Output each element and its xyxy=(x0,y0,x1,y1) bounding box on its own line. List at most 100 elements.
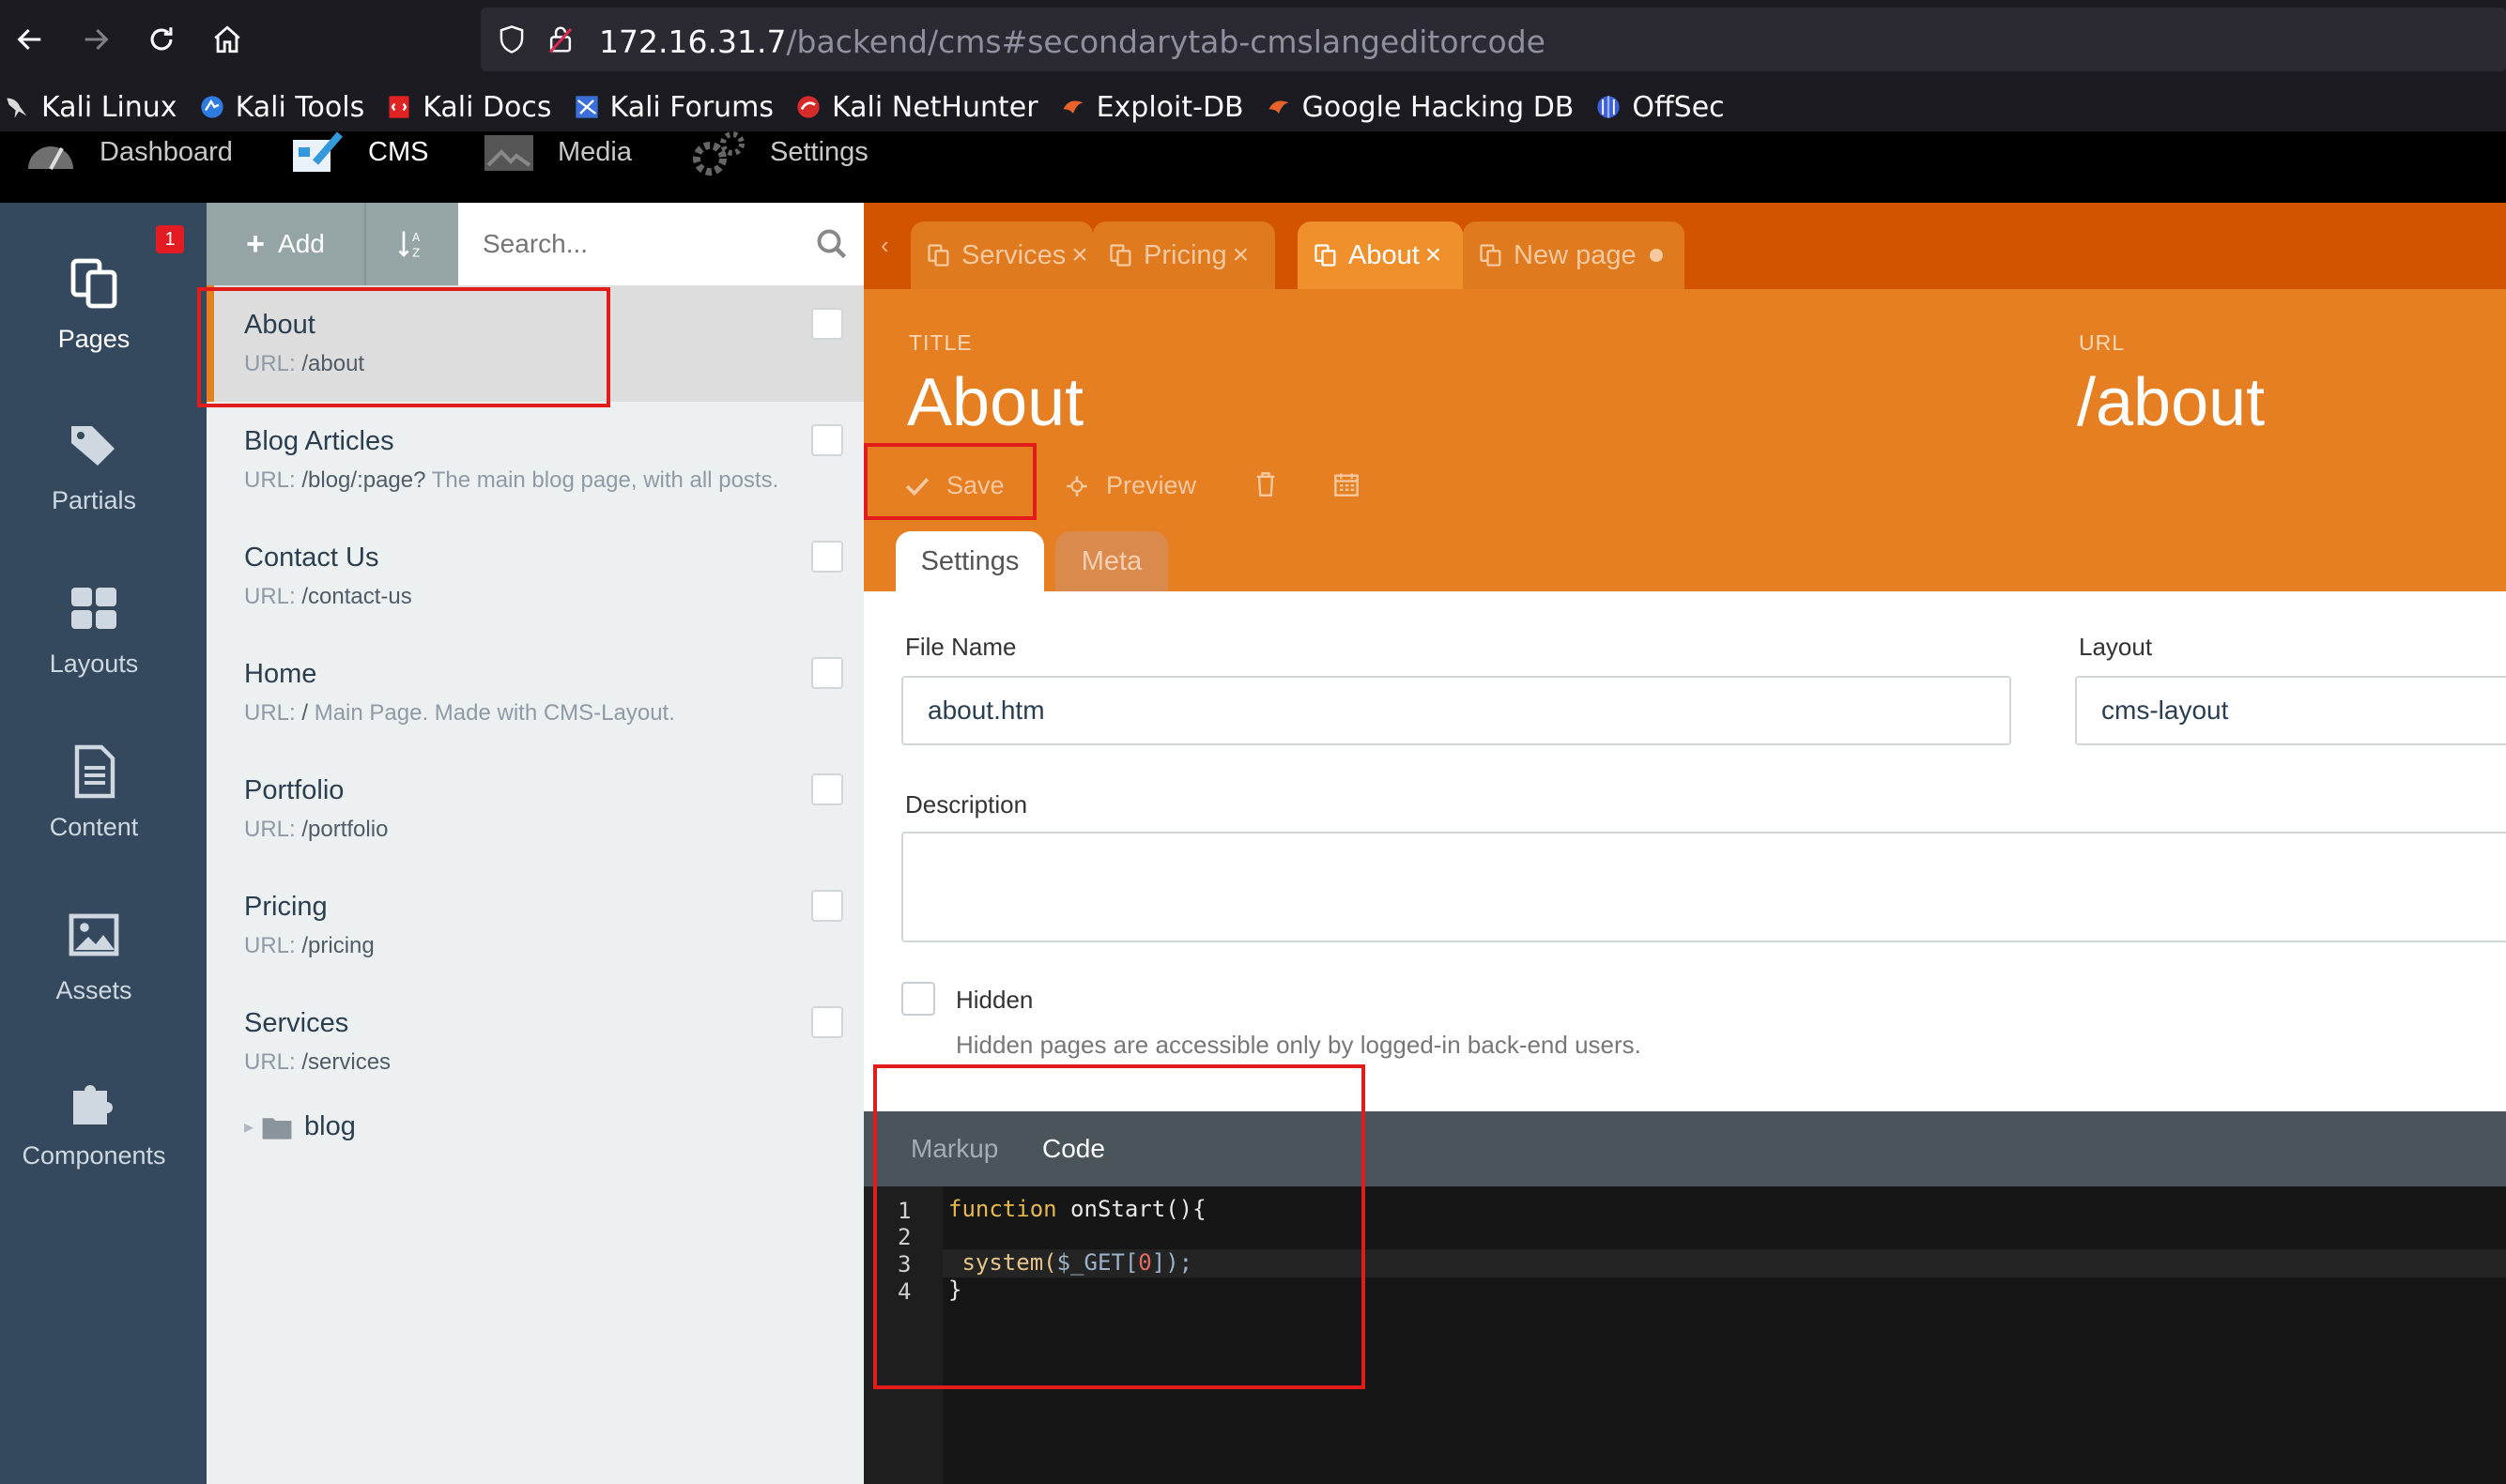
page-tab-icon xyxy=(1478,242,1504,268)
ghdb-icon xyxy=(1265,93,1293,121)
hidden-checkbox[interactable] xyxy=(901,982,935,1016)
description-label: Description xyxy=(905,790,1028,818)
tab-pricing[interactable]: Pricing × xyxy=(1093,222,1275,289)
arrow-right-icon xyxy=(85,28,109,51)
home-button[interactable] xyxy=(201,13,254,66)
url-label: URL xyxy=(2079,330,2126,355)
offsec-icon xyxy=(1594,93,1622,121)
cms-sidebar: 1 Pages Partials Layouts Content Assets … xyxy=(0,203,207,1484)
page-url: URL: /services xyxy=(244,1049,392,1075)
menu-cms[interactable]: CMS xyxy=(289,131,428,176)
media-image-icon xyxy=(483,131,535,173)
page-checkbox[interactable] xyxy=(811,657,843,689)
insecure-lock-icon xyxy=(548,26,573,54)
document-icon xyxy=(74,744,115,799)
hidden-label: Hidden xyxy=(956,986,1034,1014)
sidebar-item-layouts[interactable]: Layouts xyxy=(0,580,188,679)
tab-settings[interactable]: Settings xyxy=(896,531,1044,591)
folder-row-blog[interactable]: ▸ blog xyxy=(244,1111,356,1142)
list-toolbar: + Add AZ xyxy=(207,203,864,285)
svg-text:Z: Z xyxy=(412,247,420,260)
bookmark-offsec[interactable]: OffSec xyxy=(1594,91,1725,124)
bookmark-google-hacking-db[interactable]: Google Hacking DB xyxy=(1265,91,1574,124)
shield-icon xyxy=(500,25,524,54)
sidebar-item-components[interactable]: Components xyxy=(0,1072,188,1170)
search-icon xyxy=(817,229,847,259)
page-checkbox[interactable] xyxy=(811,424,843,456)
page-url: URL: /blog/:page? The main blog page, wi… xyxy=(244,467,779,493)
bookmark-kali-nethunter[interactable]: Kali NetHunter xyxy=(794,91,1038,124)
page-url: URL: /portfolio xyxy=(244,817,389,842)
page-checkbox[interactable] xyxy=(811,773,843,805)
tab-services[interactable]: Services × xyxy=(911,222,1093,289)
sidebar-item-assets[interactable]: Assets xyxy=(0,907,188,1005)
menu-media[interactable]: Media xyxy=(483,131,632,176)
url-path: /backend/cms#secondarytab-cmslangeditorc… xyxy=(786,23,1545,60)
page-checkbox[interactable] xyxy=(811,890,843,922)
close-icon[interactable]: × xyxy=(1233,239,1250,271)
page-row-portfolio[interactable]: Portfolio URL: /portfolio xyxy=(207,751,864,867)
menu-dashboard[interactable]: Dashboard xyxy=(24,131,233,176)
add-page-button[interactable]: + Add xyxy=(207,203,364,285)
hidden-help-text: Hidden pages are accessible only by logg… xyxy=(956,1031,1641,1059)
bookmark-kali-linux[interactable]: Kali Linux xyxy=(4,91,177,124)
page-title: Services xyxy=(244,1008,349,1038)
gears-icon xyxy=(691,131,747,176)
page-tab-icon xyxy=(1108,242,1134,268)
page-header-form: TITLE About URL /about Save Preview Sett… xyxy=(864,289,2506,591)
tab-meta[interactable]: Meta xyxy=(1055,531,1168,591)
sidebar-item-pages[interactable]: Pages xyxy=(0,255,188,354)
page-row-contact-us[interactable]: Contact Us URL: /contact-us xyxy=(207,518,864,635)
layout-label: Layout xyxy=(2079,633,2153,661)
sidebar-item-content[interactable]: Content xyxy=(0,743,188,842)
sort-button[interactable]: AZ xyxy=(364,203,458,285)
page-url: URL: / Main Page. Made with CMS-Layout. xyxy=(244,700,675,726)
arrow-left-icon xyxy=(17,28,41,51)
bookmark-exploit-db[interactable]: Exploit-DB xyxy=(1059,91,1244,124)
file-name-label: File Name xyxy=(905,633,1017,661)
highlight-box-code-editor xyxy=(873,1064,1365,1389)
page-row-pricing[interactable]: Pricing URL: /pricing xyxy=(207,867,864,984)
page-title: Blog Articles xyxy=(244,426,394,456)
bookmark-kali-docs[interactable]: Kali Docs xyxy=(385,91,552,124)
page-checkbox[interactable] xyxy=(811,308,843,340)
menu-settings[interactable]: Settings xyxy=(691,131,869,176)
bookmark-kali-tools[interactable]: Kali Tools xyxy=(198,91,364,124)
plus-icon: + xyxy=(246,225,266,262)
back-button[interactable] xyxy=(4,13,56,66)
title-value[interactable]: About xyxy=(907,364,1084,441)
bookmark-kali-forums[interactable]: Kali Forums xyxy=(573,91,774,124)
page-row-blog-articles[interactable]: Blog Articles URL: /blog/:page? The main… xyxy=(207,402,864,518)
search-input[interactable] xyxy=(458,203,864,285)
page-checkbox[interactable] xyxy=(811,541,843,573)
close-icon[interactable]: × xyxy=(1425,239,1442,271)
file-name-input[interactable]: about.htm xyxy=(901,676,2011,745)
page-checkbox[interactable] xyxy=(811,1006,843,1038)
puzzle-icon xyxy=(73,1085,113,1124)
preview-button[interactable]: Preview xyxy=(1065,471,1196,500)
tab-new-page[interactable]: New page xyxy=(1463,222,1684,289)
address-bar[interactable]: 172.16.31.7/backend/cms#secondarytab-cms… xyxy=(481,8,2506,71)
forward-button[interactable] xyxy=(69,13,122,66)
sidebar-item-partials[interactable]: Partials xyxy=(0,417,188,515)
notification-badge: 1 xyxy=(156,225,184,253)
title-label: TITLE xyxy=(909,330,973,355)
tab-about[interactable]: About × xyxy=(1298,222,1463,289)
description-field[interactable] xyxy=(901,832,2506,942)
search-box xyxy=(458,203,864,285)
schedule-button[interactable] xyxy=(1333,471,1376,497)
close-icon[interactable]: × xyxy=(1071,239,1088,271)
reload-icon xyxy=(150,27,173,51)
reload-button[interactable] xyxy=(135,13,188,66)
kali-dragon-icon xyxy=(4,93,32,121)
tabs-scroll-left[interactable]: ‹ xyxy=(881,231,889,260)
url-value[interactable]: /about xyxy=(2077,364,2265,441)
page-row-home[interactable]: Home URL: / Main Page. Made with CMS-Lay… xyxy=(207,635,864,751)
layout-select[interactable]: cms-layout xyxy=(2075,676,2506,745)
caret-right-icon: ▸ xyxy=(244,1117,254,1138)
delete-button[interactable] xyxy=(1254,471,1294,497)
sort-alpha-icon: AZ xyxy=(398,231,421,260)
browser-toolbar: 172.16.31.7/backend/cms#secondarytab-cms… xyxy=(0,0,2506,83)
page-row-services[interactable]: Services URL: /services xyxy=(207,984,864,1100)
page-tab-icon xyxy=(1313,242,1339,268)
